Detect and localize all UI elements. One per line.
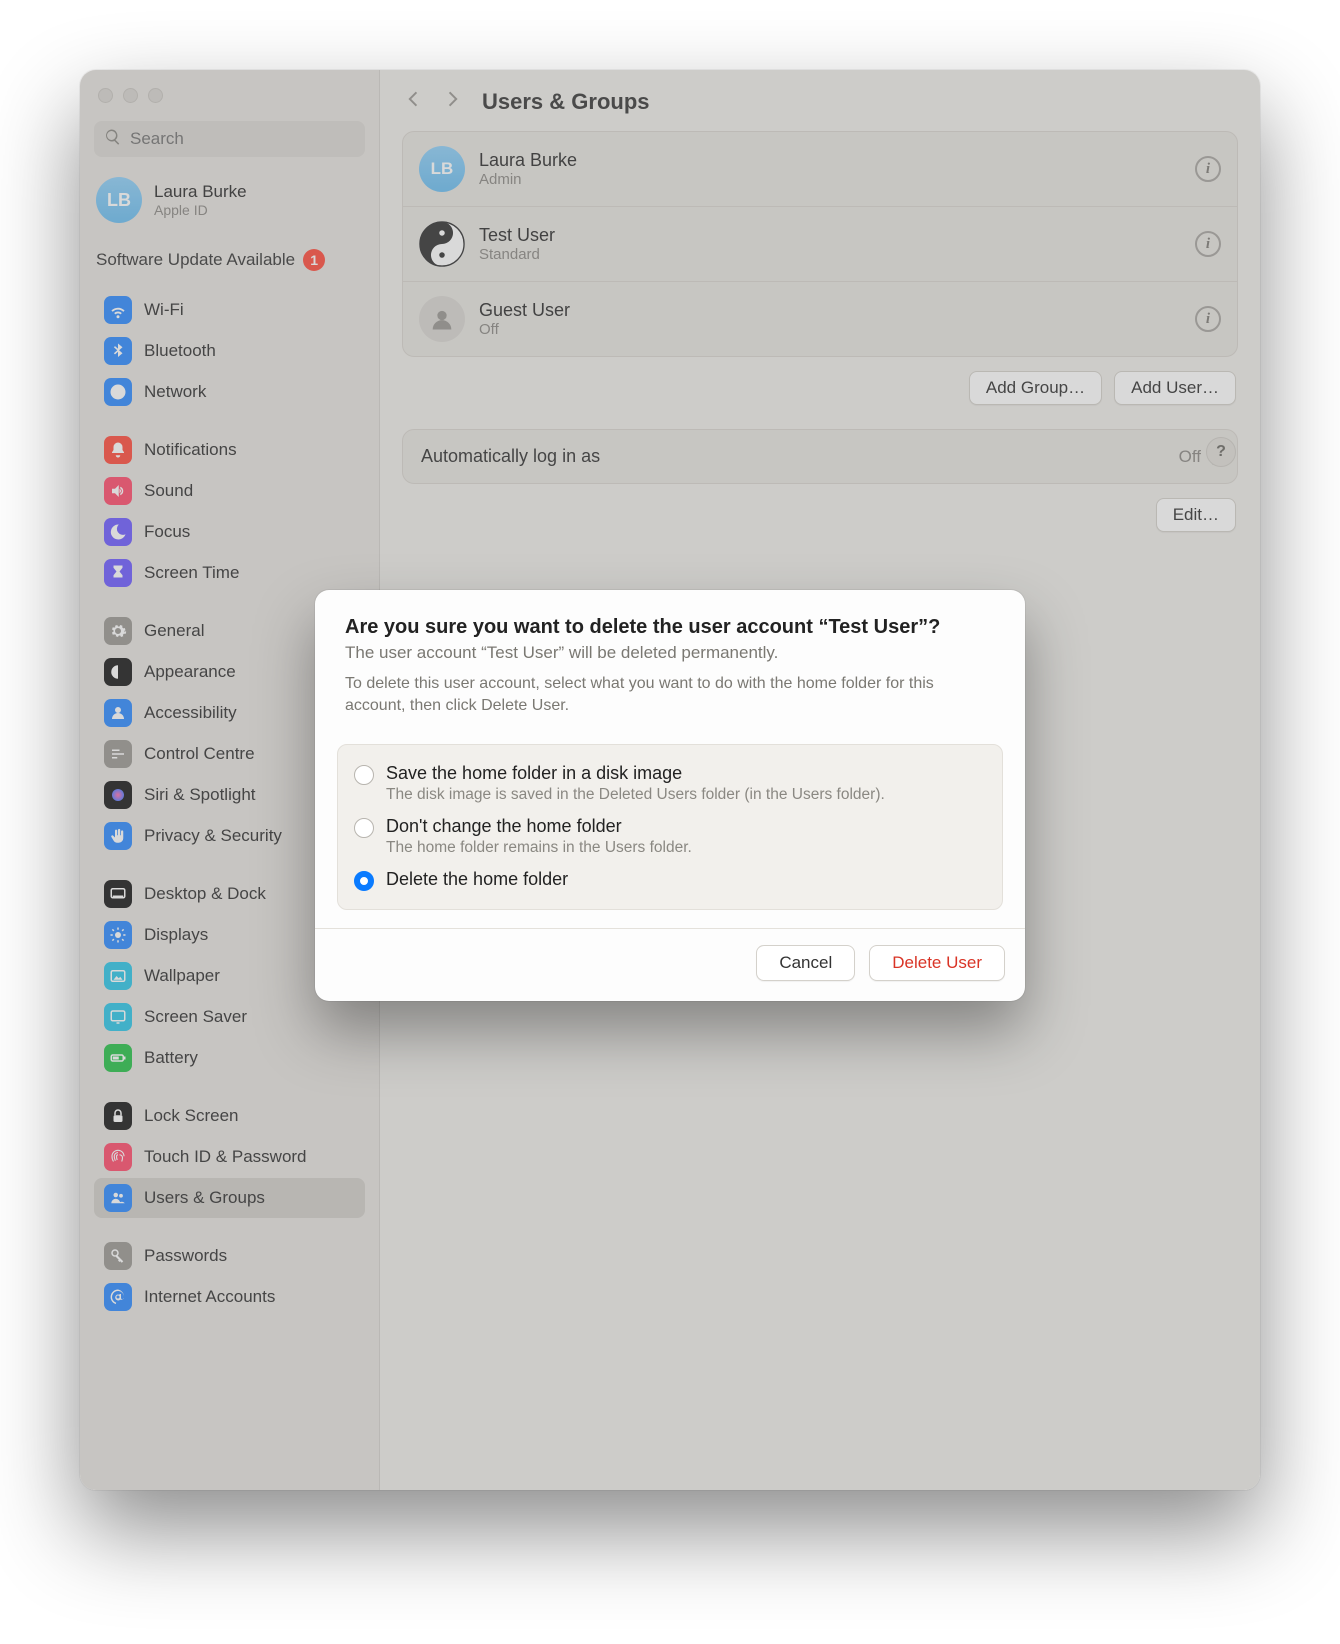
radio-button[interactable]: [354, 765, 374, 785]
radio-button[interactable]: [354, 818, 374, 838]
option-label: Don't change the home folder: [386, 816, 692, 837]
dialog-options: Save the home folder in a disk image The …: [337, 744, 1003, 910]
dialog-option[interactable]: Delete the home folder: [352, 863, 988, 897]
option-description: The home folder remains in the Users fol…: [386, 839, 692, 857]
dialog-description: To delete this user account, select what…: [345, 673, 995, 718]
dialog-title: Are you sure you want to delete the user…: [345, 616, 995, 639]
settings-window: LB Laura Burke Apple ID Software Update …: [80, 70, 1260, 1490]
option-label: Delete the home folder: [386, 869, 568, 890]
option-label: Save the home folder in a disk image: [386, 763, 885, 784]
dialog-subtitle: The user account “Test User” will be del…: [345, 643, 995, 663]
delete-user-dialog: Are you sure you want to delete the user…: [315, 590, 1025, 1001]
radio-button[interactable]: [354, 871, 374, 891]
dialog-option[interactable]: Save the home folder in a disk image The …: [352, 757, 988, 810]
cancel-button[interactable]: Cancel: [756, 945, 855, 981]
option-description: The disk image is saved in the Deleted U…: [386, 786, 885, 804]
delete-user-button[interactable]: Delete User: [869, 945, 1005, 981]
dialog-option[interactable]: Don't change the home folder The home fol…: [352, 810, 988, 863]
